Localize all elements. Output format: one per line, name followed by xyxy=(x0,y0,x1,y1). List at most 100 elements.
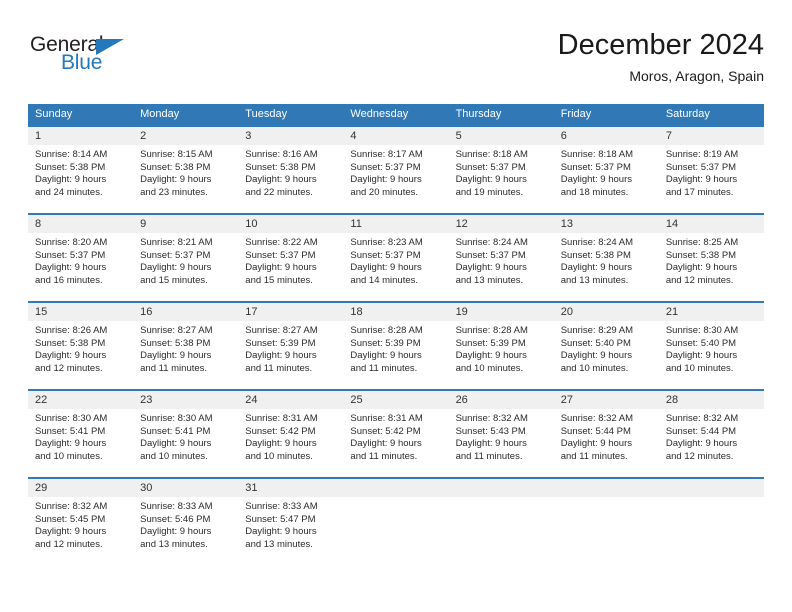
day-cell[interactable]: 15 Sunrise: 8:26 AM Sunset: 5:38 PM Dayl… xyxy=(28,303,134,389)
day-cell-empty xyxy=(553,479,659,565)
day-cell[interactable]: 2 Sunrise: 8:15 AM Sunset: 5:38 PM Dayli… xyxy=(133,127,239,213)
day-cell[interactable]: 9 Sunrise: 8:21 AM Sunset: 5:37 PM Dayli… xyxy=(133,215,239,301)
day-cell[interactable]: 18 Sunrise: 8:28 AM Sunset: 5:39 PM Dayl… xyxy=(343,303,449,389)
day-details: Sunrise: 8:31 AM Sunset: 5:42 PM Dayligh… xyxy=(238,409,343,463)
day-number: 14 xyxy=(658,215,764,233)
day-cell[interactable]: 16 Sunrise: 8:27 AM Sunset: 5:38 PM Dayl… xyxy=(133,303,239,389)
sunrise-text: Sunrise: 8:17 AM xyxy=(350,149,423,160)
day-cell[interactable]: 17 Sunrise: 8:27 AM Sunset: 5:39 PM Dayl… xyxy=(238,303,344,389)
sunrise-text: Sunrise: 8:21 AM xyxy=(140,237,213,248)
sunset-text: Sunset: 5:43 PM xyxy=(455,425,526,437)
day-cell[interactable]: 8 Sunrise: 8:20 AM Sunset: 5:37 PM Dayli… xyxy=(28,215,134,301)
sunset-text: Sunset: 5:39 PM xyxy=(350,337,421,349)
day-cell-empty xyxy=(343,479,449,565)
daylight-text-line1: Daylight: 9 hours xyxy=(560,262,632,274)
weekday-header-wednesday: Wednesday xyxy=(350,108,409,120)
sunrise-text: Sunrise: 8:31 AM xyxy=(350,413,423,424)
day-cell[interactable]: 13 Sunrise: 8:24 AM Sunset: 5:38 PM Dayl… xyxy=(553,215,659,301)
daylight-text-line1: Daylight: 9 hours xyxy=(455,174,527,186)
day-number: 23 xyxy=(133,391,239,409)
day-cell[interactable]: 26 Sunrise: 8:32 AM Sunset: 5:43 PM Dayl… xyxy=(448,391,554,477)
day-cell[interactable]: 11 Sunrise: 8:23 AM Sunset: 5:37 PM Dayl… xyxy=(343,215,449,301)
day-cell[interactable]: 14 Sunrise: 8:25 AM Sunset: 5:38 PM Dayl… xyxy=(658,215,764,301)
daylight-text-line2: and 23 minutes. xyxy=(140,186,208,198)
day-details: Sunrise: 8:30 AM Sunset: 5:40 PM Dayligh… xyxy=(659,321,764,375)
page-title: December 2024 xyxy=(557,29,764,61)
sunset-text: Sunset: 5:40 PM xyxy=(665,337,737,349)
sunset-text: Sunset: 5:38 PM xyxy=(245,161,316,173)
day-number: 8 xyxy=(28,215,134,233)
sunset-text: Sunset: 5:45 PM xyxy=(35,513,106,525)
brand-logo[interactable]: General Blue xyxy=(30,34,160,86)
daylight-text-line2: and 10 minutes. xyxy=(560,362,629,374)
day-cell[interactable]: 31 Sunrise: 8:33 AM Sunset: 5:47 PM Dayl… xyxy=(238,479,344,565)
daylight-text-line2: and 20 minutes. xyxy=(350,186,419,198)
sunset-text: Sunset: 5:38 PM xyxy=(140,337,211,349)
sunset-text: Sunset: 5:41 PM xyxy=(140,425,211,437)
daylight-text-line2: and 17 minutes. xyxy=(665,186,734,198)
sunrise-text: Sunrise: 8:32 AM xyxy=(665,413,739,424)
sunrise-text: Sunrise: 8:24 AM xyxy=(455,237,528,248)
sunrise-text: Sunrise: 8:27 AM xyxy=(245,325,318,336)
sunrise-text: Sunrise: 8:18 AM xyxy=(560,149,634,160)
day-cell[interactable]: 23 Sunrise: 8:30 AM Sunset: 5:41 PM Dayl… xyxy=(133,391,239,477)
sunrise-text: Sunrise: 8:30 AM xyxy=(140,413,213,424)
day-cell[interactable]: 1 Sunrise: 8:14 AM Sunset: 5:38 PM Dayli… xyxy=(28,127,134,213)
daylight-text-line2: and 10 minutes. xyxy=(245,450,313,462)
daylight-text-line1: Daylight: 9 hours xyxy=(140,438,212,450)
day-number: 27 xyxy=(553,391,659,409)
day-number xyxy=(448,479,554,497)
day-cell[interactable]: 27 Sunrise: 8:32 AM Sunset: 5:44 PM Dayl… xyxy=(553,391,659,477)
day-number: 20 xyxy=(553,303,659,321)
day-cell[interactable]: 25 Sunrise: 8:31 AM Sunset: 5:42 PM Dayl… xyxy=(343,391,449,477)
day-cell[interactable]: 30 Sunrise: 8:33 AM Sunset: 5:46 PM Dayl… xyxy=(133,479,239,565)
day-cell[interactable]: 29 Sunrise: 8:32 AM Sunset: 5:45 PM Dayl… xyxy=(28,479,134,565)
sunset-text: Sunset: 5:38 PM xyxy=(665,249,737,261)
day-details: Sunrise: 8:20 AM Sunset: 5:37 PM Dayligh… xyxy=(28,233,133,287)
day-cell[interactable]: 22 Sunrise: 8:30 AM Sunset: 5:41 PM Dayl… xyxy=(28,391,134,477)
daylight-text-line1: Daylight: 9 hours xyxy=(35,174,107,186)
calendar-grid: Sunday Monday Tuesday Wednesday Thursday… xyxy=(28,104,764,565)
sunrise-text: Sunrise: 8:30 AM xyxy=(35,413,108,424)
daylight-text-line1: Daylight: 9 hours xyxy=(245,350,317,362)
sunset-text: Sunset: 5:39 PM xyxy=(455,337,526,349)
sunset-text: Sunset: 5:37 PM xyxy=(560,161,631,173)
day-cell[interactable]: 28 Sunrise: 8:32 AM Sunset: 5:44 PM Dayl… xyxy=(658,391,764,477)
day-cell[interactable]: 4 Sunrise: 8:17 AM Sunset: 5:37 PM Dayli… xyxy=(343,127,449,213)
day-number: 17 xyxy=(238,303,344,321)
day-cell[interactable]: 6 Sunrise: 8:18 AM Sunset: 5:37 PM Dayli… xyxy=(553,127,659,213)
day-cell[interactable]: 21 Sunrise: 8:30 AM Sunset: 5:40 PM Dayl… xyxy=(658,303,764,389)
day-number: 9 xyxy=(133,215,239,233)
weekday-header-tuesday: Tuesday xyxy=(245,108,288,120)
day-number: 10 xyxy=(238,215,344,233)
day-cell[interactable]: 12 Sunrise: 8:24 AM Sunset: 5:37 PM Dayl… xyxy=(448,215,554,301)
day-number: 7 xyxy=(658,127,764,145)
sunset-text: Sunset: 5:38 PM xyxy=(35,161,106,173)
daylight-text-line2: and 13 minutes. xyxy=(245,538,313,550)
sunset-text: Sunset: 5:46 PM xyxy=(140,513,211,525)
week-row: 22 Sunrise: 8:30 AM Sunset: 5:41 PM Dayl… xyxy=(28,389,764,477)
daylight-text-line1: Daylight: 9 hours xyxy=(35,526,107,538)
day-details: Sunrise: 8:22 AM Sunset: 5:37 PM Dayligh… xyxy=(238,233,343,287)
day-cell[interactable]: 20 Sunrise: 8:29 AM Sunset: 5:40 PM Dayl… xyxy=(553,303,659,389)
daylight-text-line1: Daylight: 9 hours xyxy=(455,438,527,450)
day-cell[interactable]: 3 Sunrise: 8:16 AM Sunset: 5:38 PM Dayli… xyxy=(238,127,344,213)
day-cell[interactable]: 10 Sunrise: 8:22 AM Sunset: 5:37 PM Dayl… xyxy=(238,215,344,301)
daylight-text-line1: Daylight: 9 hours xyxy=(560,438,632,450)
day-details: Sunrise: 8:15 AM Sunset: 5:38 PM Dayligh… xyxy=(133,145,238,199)
daylight-text-line1: Daylight: 9 hours xyxy=(245,262,317,274)
day-cell[interactable]: 5 Sunrise: 8:18 AM Sunset: 5:37 PM Dayli… xyxy=(448,127,554,213)
day-number xyxy=(553,479,659,497)
daylight-text-line1: Daylight: 9 hours xyxy=(350,350,422,362)
day-cell[interactable]: 7 Sunrise: 8:19 AM Sunset: 5:37 PM Dayli… xyxy=(658,127,764,213)
day-cell[interactable]: 24 Sunrise: 8:31 AM Sunset: 5:42 PM Dayl… xyxy=(238,391,344,477)
day-details: Sunrise: 8:33 AM Sunset: 5:46 PM Dayligh… xyxy=(133,497,238,551)
daylight-text-line2: and 19 minutes. xyxy=(455,186,524,198)
day-details: Sunrise: 8:28 AM Sunset: 5:39 PM Dayligh… xyxy=(449,321,554,375)
daylight-text-line1: Daylight: 9 hours xyxy=(455,350,527,362)
day-cell[interactable]: 19 Sunrise: 8:28 AM Sunset: 5:39 PM Dayl… xyxy=(448,303,554,389)
daylight-text-line2: and 13 minutes. xyxy=(140,538,208,550)
sunrise-text: Sunrise: 8:14 AM xyxy=(35,149,108,160)
day-number: 4 xyxy=(343,127,449,145)
day-number: 5 xyxy=(448,127,554,145)
